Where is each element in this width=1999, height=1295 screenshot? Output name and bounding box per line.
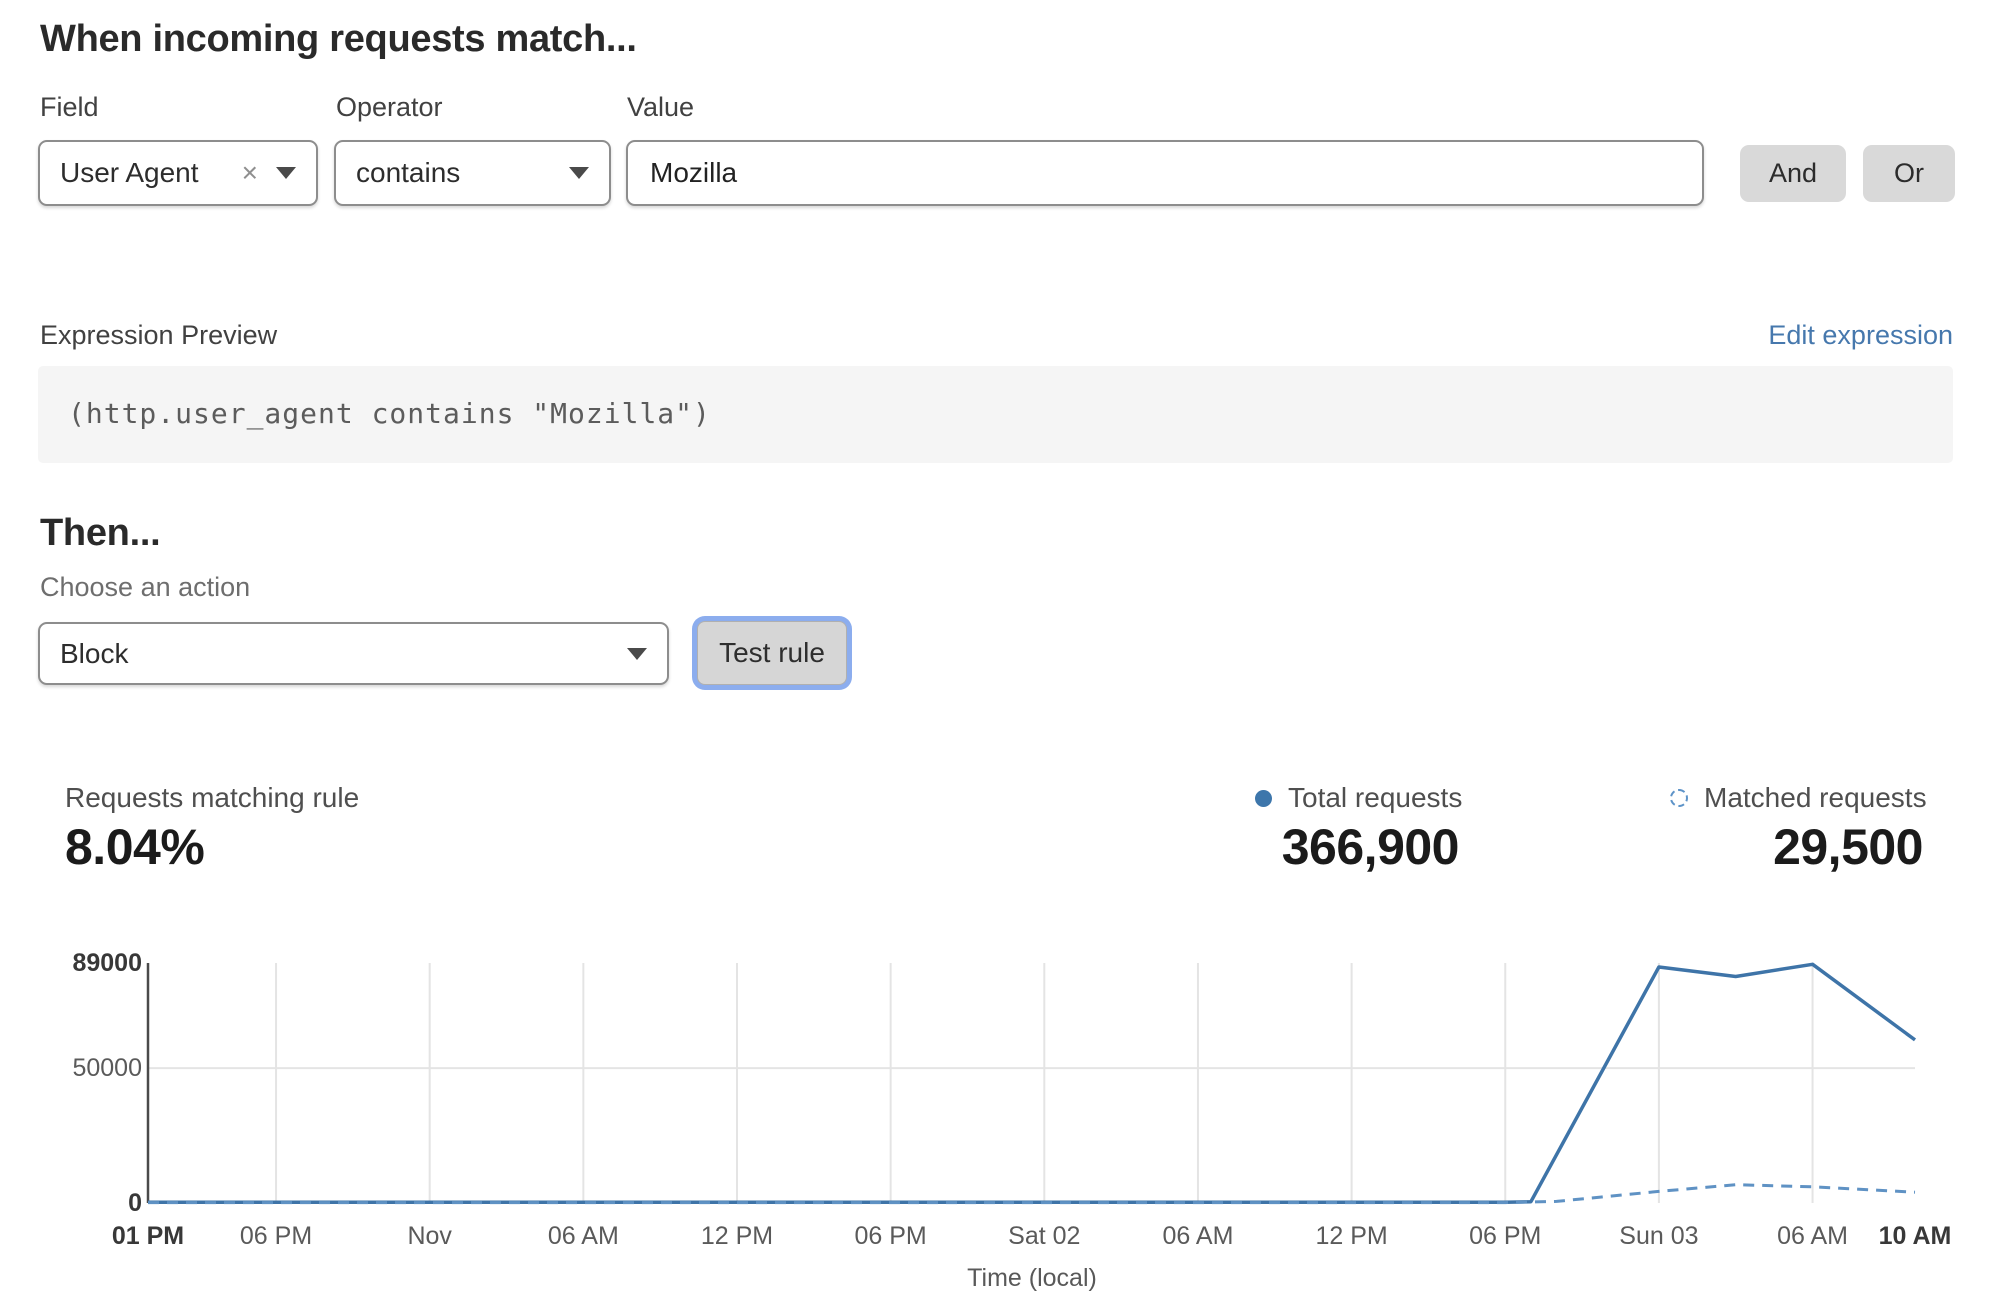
x-tick-label: 06 PM xyxy=(1469,1222,1541,1251)
and-button[interactable]: And xyxy=(1740,145,1846,202)
action-select[interactable]: Block xyxy=(38,622,669,685)
y-tick-label: 0 xyxy=(0,1188,142,1218)
total-requests-label: Total requests xyxy=(1288,782,1462,814)
y-tick-label: 50000 xyxy=(0,1053,142,1083)
x-tick-label: 06 PM xyxy=(855,1222,927,1251)
x-tick-label: Sat 02 xyxy=(1008,1222,1080,1251)
firewall-rule-builder-page: { "form": { "heading": "When incoming re… xyxy=(0,0,1999,1295)
or-button[interactable]: Or xyxy=(1863,145,1955,202)
chevron-down-icon xyxy=(569,167,589,179)
action-select-value: Block xyxy=(60,638,613,670)
total-requests-value: 366,900 xyxy=(1159,818,1459,876)
edit-expression-link[interactable]: Edit expression xyxy=(1768,320,1953,351)
expression-preview-label: Expression Preview xyxy=(40,320,277,351)
x-tick-label: 10 AM xyxy=(1879,1222,1952,1251)
matched-requests-value: 29,500 xyxy=(1623,818,1923,876)
y-tick-label: 89000 xyxy=(0,948,142,978)
expression-code: (http.user_agent contains "Mozilla") xyxy=(38,366,1953,430)
x-tick-label: Nov xyxy=(407,1222,451,1251)
matched-requests-dashed-circle-icon xyxy=(1670,789,1688,807)
operator-select[interactable]: contains xyxy=(334,140,611,206)
expression-preview-box: (http.user_agent contains "Mozilla") xyxy=(38,366,1953,463)
x-axis-title: Time (local) xyxy=(967,1264,1097,1293)
operator-select-value: contains xyxy=(356,157,555,189)
legend-matched-requests: Matched requests xyxy=(1670,782,1927,814)
legend-total-requests: Total requests xyxy=(1255,782,1462,814)
x-tick-label: 01 PM xyxy=(112,1222,184,1251)
value-input[interactable] xyxy=(626,140,1704,206)
clear-field-icon[interactable]: × xyxy=(242,159,258,187)
x-tick-label: 06 AM xyxy=(548,1222,619,1251)
x-tick-label: 12 PM xyxy=(1315,1222,1387,1251)
x-tick-label: 06 AM xyxy=(1777,1222,1848,1251)
matched-requests-label: Matched requests xyxy=(1704,782,1927,814)
value-label: Value xyxy=(627,92,694,123)
requests-matching-value: 8.04% xyxy=(65,818,204,876)
x-tick-label: 12 PM xyxy=(701,1222,773,1251)
match-heading: When incoming requests match... xyxy=(40,18,637,61)
choose-action-label: Choose an action xyxy=(40,572,250,603)
chevron-down-icon xyxy=(627,648,647,660)
operator-label: Operator xyxy=(336,92,443,123)
then-heading: Then... xyxy=(40,512,160,555)
requests-matching-label: Requests matching rule xyxy=(65,782,359,814)
chevron-down-icon xyxy=(276,167,296,179)
test-rule-button[interactable]: Test rule xyxy=(697,621,847,685)
field-label: Field xyxy=(40,92,99,123)
x-tick-label: Sun 03 xyxy=(1619,1222,1698,1251)
x-tick-label: 06 PM xyxy=(240,1222,312,1251)
x-tick-label: 06 AM xyxy=(1163,1222,1234,1251)
field-select[interactable]: User Agent × xyxy=(38,140,318,206)
field-select-value: User Agent xyxy=(60,157,232,189)
total-requests-dot-icon xyxy=(1255,790,1272,807)
